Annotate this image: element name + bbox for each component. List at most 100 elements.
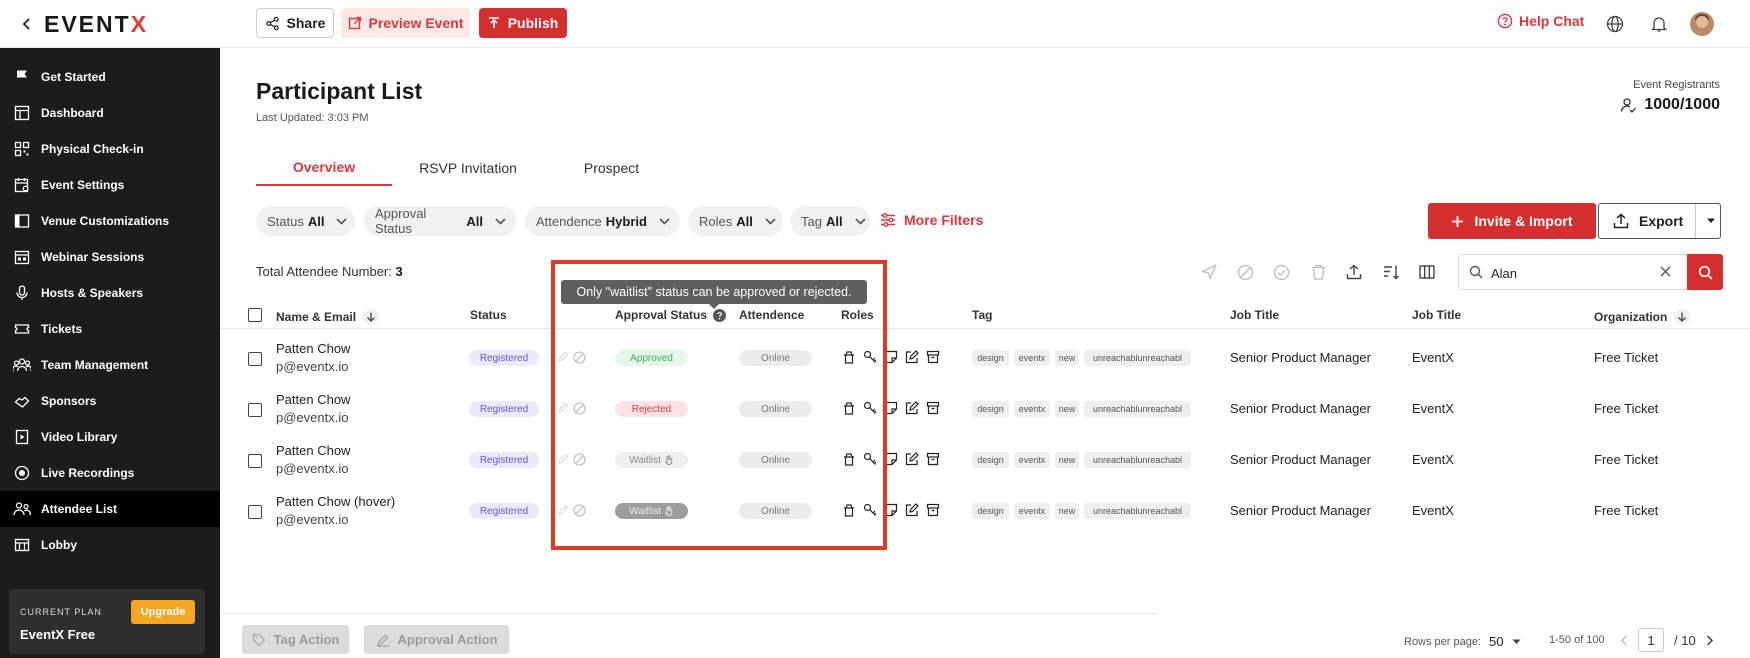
edit-icon[interactable]: [904, 502, 920, 518]
table-row[interactable]: Patten Chow (hover) p@eventx.io Register…: [220, 486, 1750, 537]
sidebar-item-physical-check-in[interactable]: Physical Check-in: [0, 131, 220, 167]
help-icon[interactable]: [713, 308, 727, 322]
globe-icon[interactable]: [1603, 12, 1627, 36]
role-hat-icon[interactable]: [841, 502, 857, 518]
sidebar-item-lobby[interactable]: Lobby: [0, 527, 220, 563]
search-button[interactable]: [1687, 254, 1723, 290]
share-button[interactable]: Share: [256, 8, 334, 38]
archive-icon[interactable]: [925, 400, 941, 416]
roles-filter[interactable]: Roles All: [688, 206, 783, 236]
tab-prospect[interactable]: Prospect: [544, 150, 679, 186]
column-job-title-2[interactable]: Job Title: [1412, 308, 1461, 322]
check-circle-icon[interactable]: [1271, 262, 1291, 282]
column-roles[interactable]: Roles: [841, 308, 874, 322]
attendee-name[interactable]: Patten Chow: [276, 392, 350, 407]
block-icon[interactable]: [571, 502, 587, 518]
column-organization[interactable]: Organization: [1594, 308, 1691, 326]
table-row[interactable]: Patten Chow p@eventx.io Registered Rejec…: [220, 384, 1750, 435]
role-key-icon[interactable]: [862, 451, 878, 467]
block-icon[interactable]: [1235, 262, 1255, 282]
edit-icon[interactable]: [904, 349, 920, 365]
sidebar-item-get-started[interactable]: Get Started: [0, 59, 220, 95]
row-checkbox[interactable]: [248, 352, 262, 366]
column-name-email[interactable]: Name & Email: [276, 308, 380, 326]
row-checkbox[interactable]: [248, 505, 262, 519]
column-tag[interactable]: Tag: [972, 308, 992, 322]
sort-icon[interactable]: [1381, 262, 1401, 282]
sidebar-item-webinar-sessions[interactable]: Webinar Sessions: [0, 239, 220, 275]
role-note-icon[interactable]: [883, 451, 899, 467]
archive-icon[interactable]: [925, 502, 941, 518]
export-button[interactable]: Export: [1598, 203, 1721, 239]
archive-icon[interactable]: [925, 349, 941, 365]
upgrade-button[interactable]: Upgrade: [131, 600, 195, 624]
bell-icon[interactable]: [1647, 12, 1671, 36]
edit-pencil-icon[interactable]: [555, 400, 571, 416]
edit-pencil-icon[interactable]: [555, 451, 571, 467]
more-filters-button[interactable]: More Filters: [880, 212, 983, 228]
tag-action-button[interactable]: Tag Action: [242, 625, 349, 654]
approval-status-filter[interactable]: Approval Status All: [364, 206, 516, 236]
sidebar-item-venue-customizations[interactable]: Venue Customizations: [0, 203, 220, 239]
search-input[interactable]: [1491, 263, 1651, 283]
role-hat-icon[interactable]: [841, 400, 857, 416]
sidebar-item-video-library[interactable]: Video Library: [0, 419, 220, 455]
role-key-icon[interactable]: [862, 400, 878, 416]
row-checkbox[interactable]: [248, 403, 262, 417]
approval-status-badge[interactable]: Waitlist: [615, 452, 688, 468]
publish-button[interactable]: Publish: [479, 8, 567, 38]
chevron-right-icon[interactable]: [1706, 635, 1714, 646]
role-hat-icon[interactable]: [841, 451, 857, 467]
current-page-input[interactable]: 1: [1638, 628, 1664, 652]
attendee-name[interactable]: Patten Chow (hover): [276, 494, 395, 509]
chevron-left-icon[interactable]: [1620, 635, 1628, 646]
back-arrow-icon[interactable]: [16, 13, 38, 35]
clear-icon[interactable]: [1659, 265, 1672, 278]
sort-arrow-icon[interactable]: [1673, 308, 1691, 326]
table-row[interactable]: Patten Chow p@eventx.io Registered Appro…: [220, 333, 1750, 384]
columns-icon[interactable]: [1417, 262, 1437, 282]
edit-pencil-icon[interactable]: [555, 349, 571, 365]
sort-arrow-icon[interactable]: [362, 308, 380, 326]
preview-event-button[interactable]: Preview Event: [341, 8, 470, 38]
edit-pencil-icon[interactable]: [555, 502, 571, 518]
sidebar-item-dashboard[interactable]: Dashboard: [0, 95, 220, 131]
eventx-logo[interactable]: EVENTX: [44, 11, 148, 38]
status-filter[interactable]: Status All: [256, 206, 355, 236]
attendee-name[interactable]: Patten Chow: [276, 443, 350, 458]
select-all-checkbox[interactable]: [248, 308, 262, 322]
send-icon[interactable]: [1199, 262, 1219, 282]
role-note-icon[interactable]: [883, 502, 899, 518]
role-hat-icon[interactable]: [841, 349, 857, 365]
row-checkbox[interactable]: [248, 454, 262, 468]
rows-per-page[interactable]: Rows per page: 50: [1404, 634, 1521, 649]
sidebar-item-event-settings[interactable]: Event Settings: [0, 167, 220, 203]
sidebar-item-team-management[interactable]: Team Management: [0, 347, 220, 383]
table-row[interactable]: Patten Chow p@eventx.io Registered Waitl…: [220, 435, 1750, 486]
upload-icon[interactable]: [1344, 262, 1364, 282]
column-job-title[interactable]: Job Title: [1230, 308, 1279, 322]
block-icon[interactable]: [571, 451, 587, 467]
role-note-icon[interactable]: [883, 400, 899, 416]
block-icon[interactable]: [571, 400, 587, 416]
approval-status-badge[interactable]: Waitlist: [615, 503, 688, 519]
attendence-filter[interactable]: Attendence Hybrid: [525, 206, 680, 236]
column-attendence[interactable]: Attendence: [739, 308, 804, 322]
block-icon[interactable]: [571, 349, 587, 365]
sidebar-item-tickets[interactable]: Tickets: [0, 311, 220, 347]
invite-import-button[interactable]: Invite & Import: [1428, 203, 1596, 239]
tag-filter[interactable]: Tag All: [790, 206, 870, 236]
archive-icon[interactable]: [925, 451, 941, 467]
help-chat-button[interactable]: Help Chat: [1497, 13, 1584, 29]
attendee-name[interactable]: Patten Chow: [276, 341, 350, 356]
role-key-icon[interactable]: [862, 349, 878, 365]
user-avatar[interactable]: [1690, 12, 1714, 36]
column-status[interactable]: Status: [470, 308, 507, 322]
sidebar-item-hosts-speakers[interactable]: Hosts & Speakers: [0, 275, 220, 311]
trash-icon[interactable]: [1308, 262, 1328, 282]
approval-action-button[interactable]: Approval Action: [364, 625, 509, 654]
edit-icon[interactable]: [904, 451, 920, 467]
sidebar-item-live-recordings[interactable]: Live Recordings: [0, 455, 220, 491]
tab-rsvp-invitation[interactable]: RSVP Invitation: [392, 150, 544, 186]
edit-icon[interactable]: [904, 400, 920, 416]
